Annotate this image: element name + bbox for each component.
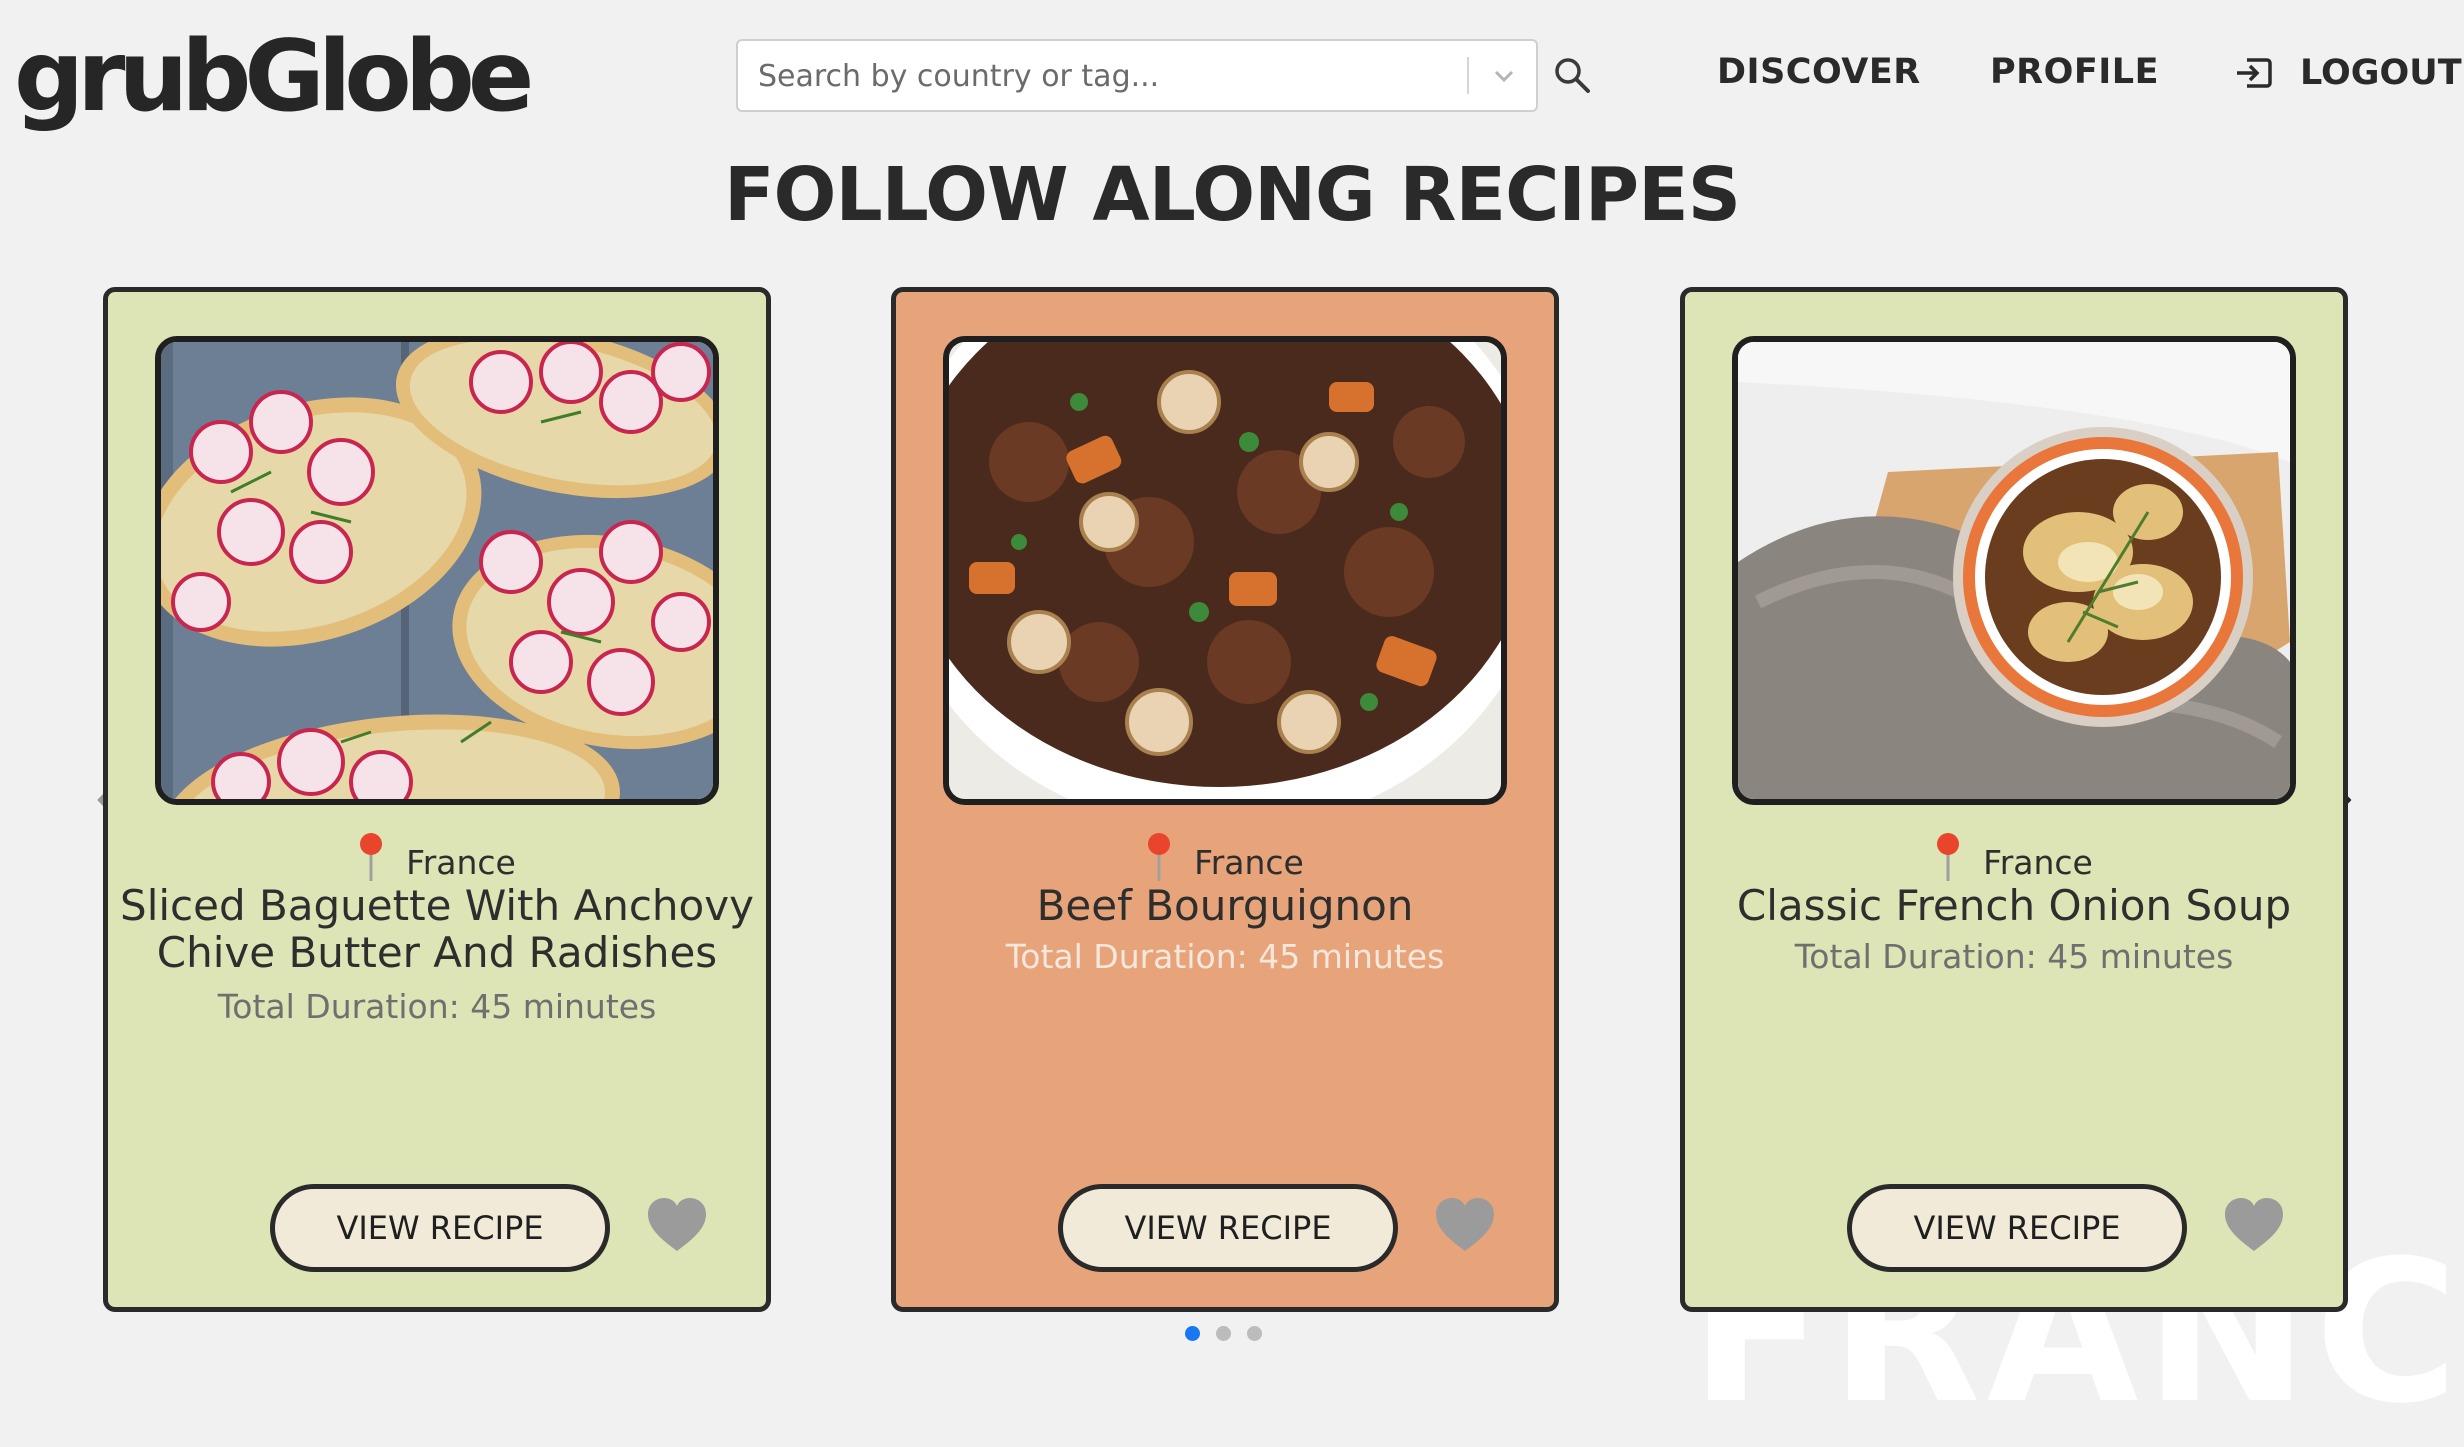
view-recipe-button[interactable]: VIEW RECIPE xyxy=(1058,1184,1398,1272)
beef-stew-photo[interactable] xyxy=(943,336,1507,805)
logo[interactable]: grubGlobe xyxy=(14,28,534,126)
location: France xyxy=(896,832,1554,882)
country-label: France xyxy=(1194,843,1304,882)
recipe-card[interactable]: France Classic French Onion Soup Total D… xyxy=(1680,287,2348,1312)
carousel-pagination xyxy=(1185,1326,1278,1341)
view-recipe-button[interactable]: VIEW RECIPE xyxy=(1847,1184,2187,1272)
logout-icon xyxy=(2237,58,2272,88)
location: France xyxy=(1685,832,2343,882)
search-input[interactable] xyxy=(756,41,1460,112)
map-pin-icon xyxy=(1148,833,1171,881)
chevron-down-icon[interactable] xyxy=(1489,61,1519,91)
heart-icon[interactable] xyxy=(2223,1197,2285,1253)
recipe-title: Sliced Baguette With Anchovy Chive Butte… xyxy=(120,881,754,977)
location: France xyxy=(108,832,766,882)
page-title: FOLLOW ALONG RECIPES xyxy=(724,152,1741,238)
search-icon[interactable] xyxy=(1553,56,1591,94)
map-pin-icon xyxy=(360,833,383,881)
pagination-dot[interactable] xyxy=(1216,1326,1231,1341)
onion-soup-photo[interactable] xyxy=(1732,336,2296,805)
heart-icon[interactable] xyxy=(1434,1197,1496,1253)
recipe-title: Beef Bourguignon xyxy=(1036,881,1414,930)
recipe-card[interactable]: France Sliced Baguette With Anchovy Chiv… xyxy=(103,287,771,1312)
recipe-duration: Total Duration: 45 minutes xyxy=(217,987,657,1026)
country-label: France xyxy=(1983,843,2093,882)
pagination-dot[interactable] xyxy=(1247,1326,1262,1341)
search-divider xyxy=(1467,57,1469,94)
recipe-duration: Total Duration: 45 minutes xyxy=(1794,937,2234,976)
view-recipe-button[interactable]: VIEW RECIPE xyxy=(270,1184,610,1272)
logout-label: LOGOUT xyxy=(2300,53,2462,93)
radish-toast-photo[interactable] xyxy=(155,336,719,805)
heart-icon[interactable] xyxy=(646,1197,708,1253)
map-pin-icon xyxy=(1937,833,1960,881)
pagination-dot[interactable] xyxy=(1185,1326,1200,1341)
logout-button[interactable]: LOGOUT xyxy=(2233,52,2462,94)
search-box[interactable] xyxy=(736,39,1538,112)
recipe-title: Classic French Onion Soup xyxy=(1736,881,2292,930)
country-label: France xyxy=(406,843,516,882)
nav-discover[interactable]: DISCOVER xyxy=(1717,52,1921,92)
recipe-card[interactable]: France Beef Bourguignon Total Duration: … xyxy=(891,287,1559,1312)
recipe-duration: Total Duration: 45 minutes xyxy=(1005,937,1445,976)
nav-profile[interactable]: PROFILE xyxy=(1990,52,2159,92)
